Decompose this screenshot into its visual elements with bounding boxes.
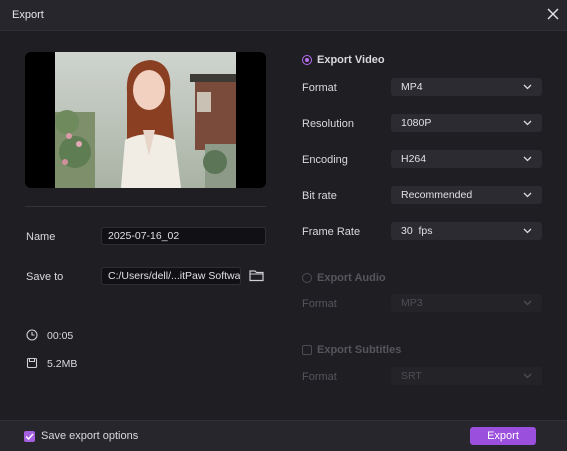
encoding-value: H264 bbox=[401, 153, 427, 165]
encoding-label: Encoding bbox=[302, 154, 348, 166]
title-bar: Export bbox=[0, 0, 567, 31]
checkmark-icon bbox=[24, 430, 35, 442]
export-audio-label: Export Audio bbox=[317, 272, 386, 284]
format-select[interactable]: MP4 bbox=[391, 78, 542, 96]
video-preview bbox=[25, 52, 266, 188]
file-size-icon bbox=[26, 357, 38, 369]
export-subtitles-label: Export Subtitles bbox=[317, 344, 402, 356]
save-to-label: Save to bbox=[26, 271, 64, 283]
chevron-down-icon bbox=[523, 373, 532, 379]
duration-value: 00:05 bbox=[47, 330, 74, 342]
audio-format-select[interactable]: MP3 bbox=[391, 294, 542, 312]
export-subtitles-option[interactable]: Export Subtitles bbox=[302, 344, 401, 356]
audio-format-value: MP3 bbox=[401, 297, 423, 309]
chevron-down-icon bbox=[523, 120, 532, 126]
chevron-down-icon bbox=[523, 156, 532, 162]
chevron-down-icon bbox=[523, 228, 532, 234]
resolution-value: 1080P bbox=[401, 117, 432, 129]
preview-frame bbox=[55, 52, 236, 188]
frame-rate-label: Frame Rate bbox=[302, 226, 361, 238]
subtitle-format-value: SRT bbox=[401, 370, 422, 382]
divider bbox=[25, 206, 266, 207]
chevron-down-icon bbox=[523, 84, 532, 90]
resolution-label: Resolution bbox=[302, 118, 354, 130]
export-video-option[interactable]: Export Video bbox=[302, 54, 385, 66]
radio-selected-icon bbox=[302, 55, 312, 65]
bit-rate-label: Bit rate bbox=[302, 190, 337, 202]
clock-icon bbox=[26, 329, 38, 341]
encoding-select[interactable]: H264 bbox=[391, 150, 542, 168]
close-icon[interactable] bbox=[546, 7, 560, 21]
bit-rate-select[interactable]: Recommended bbox=[391, 186, 542, 204]
save-export-options-checkbox[interactable]: Save export options bbox=[24, 430, 138, 442]
subtitle-format-label: Format bbox=[302, 371, 337, 383]
format-label: Format bbox=[302, 82, 337, 94]
frame-rate-value: 30 fps bbox=[401, 225, 433, 237]
subtitle-format-select[interactable]: SRT bbox=[391, 367, 542, 385]
chevron-down-icon bbox=[523, 192, 532, 198]
chevron-down-icon bbox=[523, 300, 532, 306]
save-path-field[interactable]: C:/Users/dell/...itPaw Software bbox=[101, 267, 241, 285]
file-size-value: 5.2MB bbox=[47, 358, 78, 370]
export-button[interactable]: Export bbox=[470, 427, 536, 445]
resolution-select[interactable]: 1080P bbox=[391, 114, 542, 132]
window-title: Export bbox=[12, 9, 44, 21]
audio-format-label: Format bbox=[302, 298, 337, 310]
name-label: Name bbox=[26, 231, 56, 243]
export-video-label: Export Video bbox=[317, 54, 385, 66]
folder-icon[interactable] bbox=[249, 268, 264, 282]
bit-rate-value: Recommended bbox=[401, 189, 473, 201]
save-export-options-label: Save export options bbox=[41, 430, 139, 442]
checkbox-unchecked-icon bbox=[302, 345, 312, 355]
format-value: MP4 bbox=[401, 81, 423, 93]
radio-unselected-icon bbox=[302, 273, 312, 283]
export-audio-option[interactable]: Export Audio bbox=[302, 272, 386, 284]
frame-rate-select[interactable]: 30 fps bbox=[391, 222, 542, 240]
name-input[interactable]: 2025-07-16_02 bbox=[101, 227, 266, 245]
